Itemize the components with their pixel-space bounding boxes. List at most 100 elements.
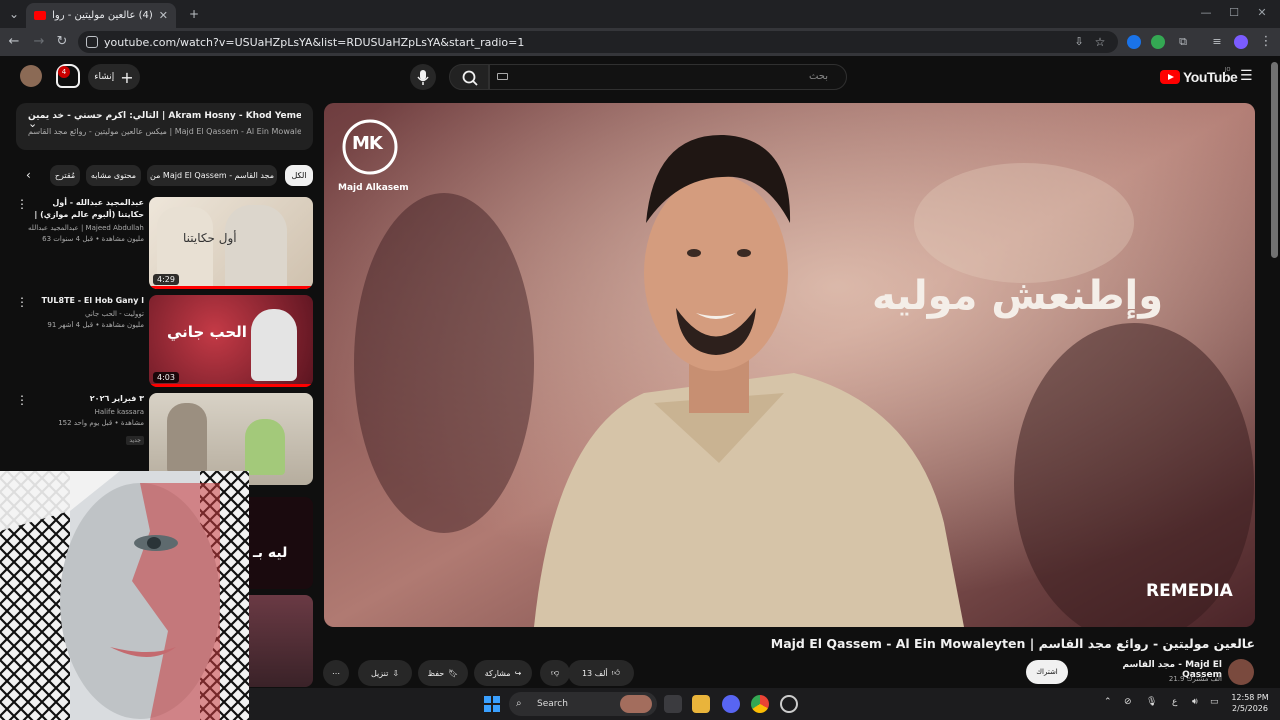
channel-avatar[interactable]	[1228, 659, 1254, 685]
chip-all[interactable]: الكل	[285, 165, 313, 186]
video-player[interactable]: MK Majd Alkasem وإطنعش موليه REMEDIA	[324, 103, 1255, 627]
chrome-menu-icon[interactable]: ⋮	[1258, 34, 1274, 50]
more-horizontal-icon: ⋯	[332, 668, 340, 678]
video-watermark: REMEDIA	[1146, 581, 1233, 601]
channel-name[interactable]: Halife kassara	[28, 408, 144, 416]
video-title: عالعين موليتين - روائع مجد القاسم | Majd…	[770, 636, 1255, 651]
video-meta: 63 مليون مشاهدة • قبل 4 سنوات	[42, 235, 144, 243]
microphone-icon	[417, 70, 429, 85]
search-highlight-image	[620, 695, 652, 713]
playlist-next-label: التالي: اكرم حسني - خد يمين | Akram Hosn…	[28, 111, 301, 121]
share-button[interactable]: مشاركة ↪	[474, 660, 532, 686]
media-control-icon[interactable]: ≡	[1209, 34, 1225, 50]
battery-icon[interactable]: ▭	[1210, 697, 1219, 707]
windows-start-icon[interactable]	[484, 696, 500, 712]
channel-name[interactable]: تووليت - الحب جاني	[28, 310, 144, 318]
volume-icon[interactable]: 🔊︎	[1192, 697, 1198, 707]
browser-tab[interactable]: (4) عالعين موليتين - روائع مجد... ✕	[26, 3, 176, 28]
site-info-icon[interactable]	[86, 36, 98, 48]
subscribe-button[interactable]: اشتراك	[1026, 660, 1068, 684]
like-button[interactable]: 13 ألف 👍︎	[568, 660, 634, 686]
video-meta: 91 مليون مشاهدة • قبل 4 أشهر	[47, 321, 144, 329]
page-scrollbar[interactable]	[1271, 62, 1278, 258]
tab-search-icon[interactable]: ⌄	[6, 6, 22, 22]
task-view-icon[interactable]	[664, 695, 682, 713]
video-thumbnail[interactable]: أول حكايتنا 4:29	[149, 197, 313, 289]
forward-button[interactable]: →	[31, 34, 47, 50]
profile-avatar[interactable]	[1234, 35, 1248, 49]
new-badge: جديد	[126, 436, 144, 445]
discord-icon[interactable]	[722, 695, 740, 713]
list-item[interactable]: الحب جاني 4:03 TUL8TE - El Hob Gany l تو…	[16, 295, 313, 387]
close-window-button[interactable]: ✕	[1252, 6, 1272, 19]
install-app-icon[interactable]: ⇩	[1071, 34, 1087, 50]
download-icon: ⇩	[392, 668, 400, 678]
playlist-subtitle: ميكس عالعين موليتين - روائع مجد القاسم |…	[28, 127, 301, 136]
app-icon[interactable]	[780, 695, 798, 713]
logo-region: JO	[1225, 67, 1231, 73]
more-options-icon[interactable]: ⋮	[16, 197, 28, 211]
file-explorer-icon[interactable]	[692, 695, 710, 713]
more-actions-button[interactable]: ⋯	[323, 660, 349, 686]
extensions-puzzle-icon[interactable]: ⧉	[1175, 34, 1191, 50]
chrome-icon[interactable]	[751, 695, 769, 713]
chip-related[interactable]: محتوى مشابه	[86, 165, 141, 186]
account-avatar[interactable]	[20, 65, 42, 87]
new-tab-button[interactable]: +	[186, 6, 202, 22]
create-button[interactable]: إنشاء +	[88, 64, 140, 90]
extension-shield-icon[interactable]	[1151, 35, 1165, 49]
video-thumbnail[interactable]	[249, 595, 313, 687]
more-options-icon[interactable]: ⋮	[16, 295, 28, 309]
download-label: تنزيل	[370, 668, 389, 678]
video-thumbnail[interactable]: ليه بـ	[249, 497, 313, 589]
channel-brand-name: Majd Alkasem	[338, 183, 409, 193]
guide-menu-icon[interactable]: ☰	[1240, 68, 1253, 84]
url-text: youtube.com/watch?v=USUaHZpLsYA&list=RDU…	[104, 35, 525, 49]
search-icon	[462, 70, 478, 86]
video-info: عبدالمجيد عبدالله - أول حكايتنا (ألبوم ع…	[28, 197, 144, 243]
video-title[interactable]: TUL8TE - El Hob Gany l	[28, 295, 144, 307]
video-thumbnail[interactable]: الحب جاني 4:03	[149, 295, 313, 387]
address-bar[interactable]: youtube.com/watch?v=USUaHZpLsYA&list=RDU…	[78, 31, 1118, 53]
mic-tray-icon[interactable]: 🎙︎	[1146, 697, 1157, 707]
more-options-icon[interactable]: ⋮	[16, 393, 28, 407]
subscriber-count: 21.9 ألف مشترك	[1168, 675, 1222, 683]
voice-search-button[interactable]	[410, 64, 436, 90]
taskbar-search-label: Search	[537, 699, 568, 709]
taskbar-clock[interactable]: 12:58 PM 2/5/2026	[1226, 692, 1274, 714]
video-title[interactable]: ٣ فبراير ٢٠٢٦	[28, 393, 144, 405]
close-tab-icon[interactable]: ✕	[159, 9, 168, 22]
search-icon: ⌕	[516, 698, 522, 709]
save-label: حفظ	[427, 668, 445, 678]
input-language[interactable]: ع	[1172, 697, 1177, 707]
thumbs-down-icon: 👎︎	[550, 668, 560, 677]
playlist-panel[interactable]: التالي: اكرم حسني - خد يمين | Akram Hosn…	[16, 103, 313, 150]
keyboard-icon[interactable]	[497, 73, 508, 80]
maximize-button[interactable]: ☐	[1224, 6, 1244, 19]
channel-name[interactable]: عبدالمجيد عبدالله | Majeed Abdullah...	[28, 224, 144, 232]
list-item[interactable]: أول حكايتنا 4:29 عبدالمجيد عبدالله - أول…	[16, 197, 313, 289]
video-title[interactable]: عبدالمجيد عبدالله - أول حكايتنا (ألبوم ع…	[28, 197, 144, 221]
video-duration: 4:03	[153, 372, 179, 383]
expand-playlist-chevron-icon[interactable]: ⌄	[28, 117, 37, 130]
back-button[interactable]: ←	[6, 34, 22, 50]
bookmark-icon: 🔖︎	[448, 668, 459, 678]
show-hidden-icons[interactable]: ⌃	[1104, 697, 1112, 707]
chips-scroll-left-icon[interactable]: ‹	[26, 168, 31, 182]
chip-recommended[interactable]: مُقترح	[50, 165, 80, 186]
network-icon[interactable]: ⊘	[1124, 697, 1132, 707]
minimize-button[interactable]: —	[1196, 6, 1216, 19]
chip-from-channel[interactable]: من Majd El Qassem - مجد القاسم	[147, 165, 277, 186]
dislike-button[interactable]: 👎︎	[540, 660, 570, 686]
search-input[interactable]: بحث	[489, 64, 847, 90]
portrait-photo	[0, 471, 249, 720]
reload-button[interactable]: ↻	[54, 34, 70, 50]
save-button[interactable]: حفظ 🔖︎	[418, 660, 468, 686]
video-frame	[324, 103, 1255, 627]
download-button[interactable]: تنزيل ⇩	[358, 660, 412, 686]
search-button[interactable]	[449, 64, 489, 90]
like-count: 13 ألف	[581, 668, 608, 678]
video-info: ٣ فبراير ٢٠٢٦ Halife kassara 152 مشاهدة …	[28, 393, 144, 446]
extension-icon[interactable]	[1127, 35, 1141, 49]
bookmark-star-icon[interactable]: ☆	[1092, 34, 1108, 50]
